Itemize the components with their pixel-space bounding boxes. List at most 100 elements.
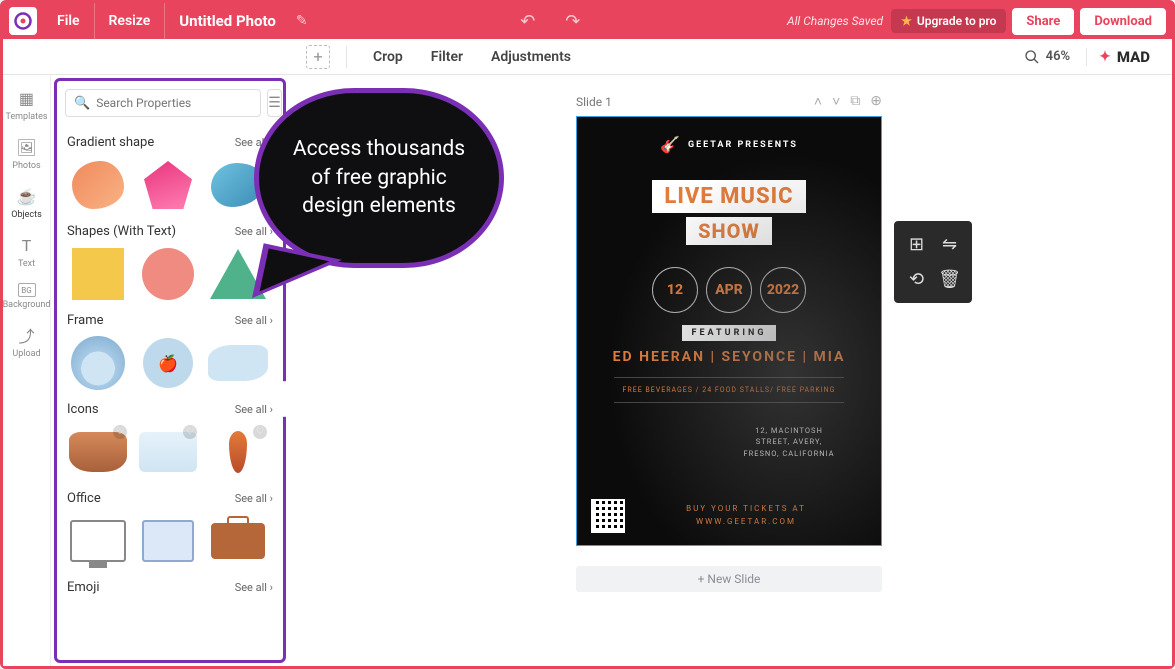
favorite-icon[interactable]: ♡ [253, 425, 267, 439]
poster-title-2[interactable]: SHOW [686, 217, 772, 245]
rail-templates[interactable]: ▦Templates [5, 87, 47, 122]
text-icon: T [16, 234, 38, 256]
see-all-shapes[interactable]: See all › [235, 225, 273, 238]
delete-tool[interactable]: 🗑 [935, 264, 964, 295]
sliders-icon: ☰ [268, 95, 281, 111]
background-icon: BG [18, 283, 36, 297]
category-office: Office [67, 491, 101, 506]
flip-tool[interactable]: ⇋ [935, 229, 964, 260]
poster-qr[interactable] [591, 499, 625, 533]
poster-title-1[interactable]: LIVE MUSIC [652, 180, 805, 213]
wand-icon: ✦ [1099, 49, 1111, 65]
filter-toggle[interactable]: ☰ [267, 89, 282, 117]
slide-duplicate[interactable]: ⧉ [850, 93, 860, 110]
office-calendar[interactable] [137, 512, 199, 570]
adjustments-tool[interactable]: Adjustments [481, 49, 581, 65]
brand-label: ✦MAD [1086, 48, 1162, 66]
slide-canvas[interactable]: 🎸GEETAR PRESENTS LIVE MUSIC SHOW 12 APR … [576, 116, 882, 546]
share-button[interactable]: Share [1012, 8, 1074, 35]
document-title: Untitled Photo [165, 12, 290, 30]
icon-ornament[interactable]: ♡ [207, 423, 269, 481]
poster-address[interactable]: 12, MACINTOSHSTREET, AVERY,FRESNO, CALIF… [719, 425, 859, 459]
poster-presenter[interactable]: 🎸GEETAR PRESENTS [660, 135, 798, 154]
search-box[interactable]: 🔍 [65, 89, 261, 117]
rail-objects[interactable]: ☕Objects [11, 185, 41, 220]
align-tool[interactable]: ⊞ [902, 229, 931, 260]
edit-title-icon[interactable]: ✎ [290, 13, 314, 29]
star-icon: ★ [901, 14, 912, 28]
crop-tool[interactable]: Crop [363, 49, 413, 65]
gradient-pentagon[interactable] [137, 156, 199, 214]
layer-tool[interactable]: ⟲ [902, 264, 931, 295]
favorite-icon[interactable]: ♡ [113, 425, 127, 439]
objects-icon: ☕ [15, 185, 37, 207]
shape-triangle[interactable] [207, 245, 269, 303]
poster-month[interactable]: APR [706, 267, 752, 313]
app-logo[interactable] [9, 7, 37, 35]
slide-add[interactable]: ⊕ [870, 93, 882, 110]
new-slide-button[interactable]: + New Slide [576, 566, 882, 592]
poster-buy[interactable]: BUY YOUR TICKETS ATWWW.GEETAR.COM [625, 503, 867, 529]
rail-photos[interactable]: 🖼Photos [12, 136, 40, 171]
frame-forest[interactable] [67, 334, 129, 392]
photos-icon: 🖼 [16, 136, 38, 158]
top-bar: File Resize Untitled Photo ✎ ↶ ↷ All Cha… [3, 3, 1172, 39]
office-briefcase[interactable] [207, 512, 269, 570]
see-all-gradient[interactable]: See all › [235, 136, 273, 149]
upgrade-button[interactable]: ★Upgrade to pro [891, 9, 1006, 33]
templates-icon: ▦ [15, 87, 37, 109]
gradient-blob-2[interactable] [207, 156, 269, 214]
category-gradient: Gradient shape [67, 135, 154, 150]
shape-circle[interactable] [137, 245, 199, 303]
left-rail: ▦Templates 🖼Photos ☕Objects TText BGBack… [3, 75, 51, 666]
search-icon: 🔍 [74, 96, 90, 111]
slide-header: Slide 1 ˄ ˅ ⧉ ⊕ [576, 93, 882, 110]
zoom-control[interactable]: 46% [1024, 49, 1070, 65]
undo-icon[interactable]: ↶ [520, 11, 535, 32]
add-element-button[interactable]: + [306, 45, 330, 69]
download-button[interactable]: Download [1080, 8, 1166, 35]
objects-panel: 🔍 ☰ Gradient shape See all › Shapes (With… [54, 78, 286, 663]
shape-square[interactable] [67, 245, 129, 303]
favorite-icon[interactable]: ♡ [183, 425, 197, 439]
frame-whale[interactable] [207, 334, 269, 392]
see-all-icons[interactable]: See all › [235, 403, 273, 416]
see-all-office[interactable]: See all › [235, 492, 273, 505]
app-frame: File Resize Untitled Photo ✎ ↶ ↷ All Cha… [0, 0, 1175, 669]
rail-text[interactable]: TText [16, 234, 38, 269]
save-status: All Changes Saved [787, 14, 883, 28]
icon-boat[interactable]: ♡ [67, 423, 129, 481]
office-monitor[interactable] [67, 512, 129, 570]
see-all-frame[interactable]: See all › [235, 314, 273, 327]
slide-move-down[interactable]: ˅ [832, 93, 840, 110]
category-shapes: Shapes (With Text) [67, 224, 176, 239]
poster-date-row[interactable]: 12 APR 2022 [652, 267, 806, 313]
gradient-blob-1[interactable] [67, 156, 129, 214]
guitar-icon: 🎸 [660, 135, 682, 154]
selection-toolbar: ⊞ ⇋ ⟲ 🗑 [894, 221, 972, 303]
category-emoji: Emoji [67, 580, 99, 595]
zoom-icon [1024, 49, 1040, 65]
file-menu[interactable]: File [43, 3, 95, 39]
redo-icon[interactable]: ↷ [565, 11, 580, 32]
poster-featuring[interactable]: FEATURING [682, 325, 777, 341]
rail-upload[interactable]: ⤴Upload [12, 324, 40, 359]
search-input[interactable] [96, 96, 252, 110]
rail-background[interactable]: BGBackground [3, 283, 50, 310]
icon-water[interactable]: ♡ [137, 423, 199, 481]
toolbar: + Crop Filter Adjustments 46% ✦MAD [3, 39, 1172, 75]
main-area: ▦Templates 🖼Photos ☕Objects TText BGBack… [3, 75, 1172, 666]
poster-year[interactable]: 2022 [760, 267, 806, 313]
category-icons: Icons [67, 402, 99, 417]
filter-tool[interactable]: Filter [421, 49, 473, 65]
slide-move-up[interactable]: ˄ [814, 93, 822, 110]
poster-day[interactable]: 12 [652, 267, 698, 313]
poster-info[interactable]: FREE BEVERAGES / 24 FOOD STALLS/ FREE PA… [623, 386, 836, 394]
see-all-emoji[interactable]: See all › [235, 581, 273, 594]
resize-menu[interactable]: Resize [95, 3, 166, 39]
canvas-area[interactable]: Slide 1 ˄ ˅ ⧉ ⊕ 🎸GEETAR PRESENTS LIVE MU… [286, 75, 1172, 666]
slide-label: Slide 1 [576, 95, 612, 109]
poster-artists[interactable]: ED HEERAN | SEYONCE | MIA [613, 349, 846, 365]
upload-icon: ⤴ [16, 324, 38, 346]
frame-apple[interactable]: 🍎 [137, 334, 199, 392]
